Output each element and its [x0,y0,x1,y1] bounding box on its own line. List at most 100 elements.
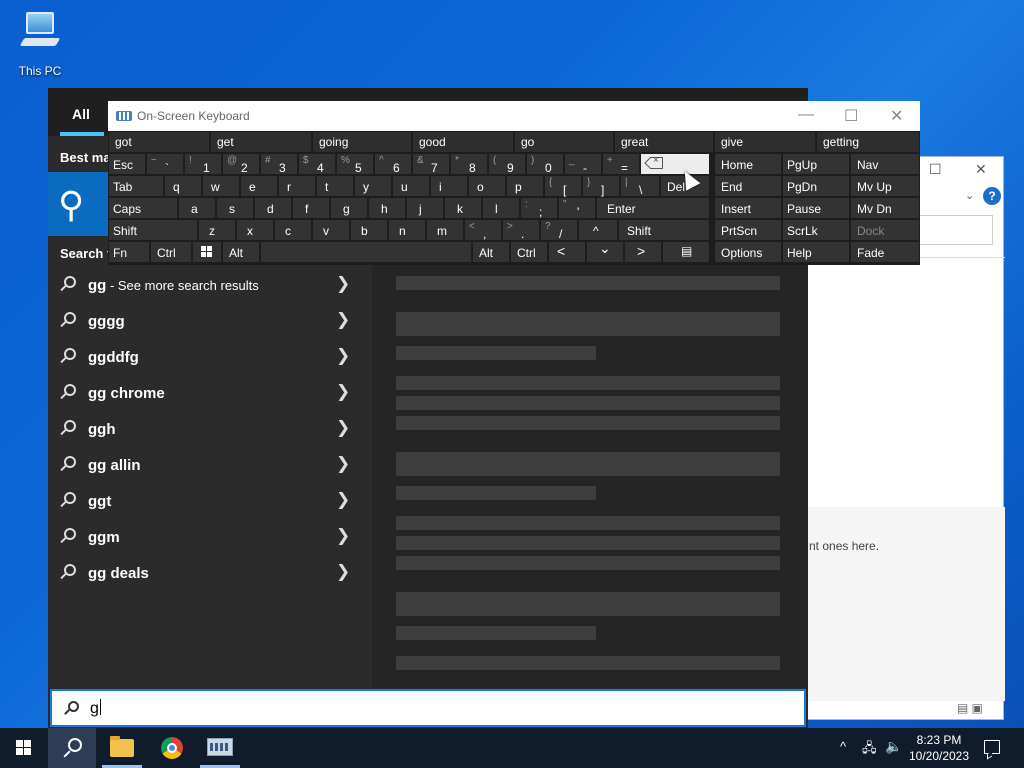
prediction-key[interactable]: got [108,131,210,153]
key-k[interactable]: k [444,197,482,219]
key-left-bracket[interactable]: {[ [544,175,582,197]
key-down-arrow[interactable]: ⌄ [586,240,624,263]
key-d[interactable]: d [254,197,292,219]
taskbar-on-screen-keyboard[interactable] [196,728,244,768]
volume-muted-icon[interactable]: 🔈 [885,738,902,768]
prediction-key[interactable]: give [714,131,816,153]
key-fade[interactable]: Fade [850,241,920,263]
network-icon[interactable]: 🖧 [862,739,877,768]
desktop-icon-this-pc[interactable]: This PC [14,10,66,78]
key-t[interactable]: t [316,175,354,197]
start-button[interactable] [0,728,48,768]
key-up-arrow[interactable]: ^ [578,219,618,241]
suggestion-item[interactable]: gg deals ❯ [48,556,368,592]
key-b[interactable]: b [350,219,388,241]
prediction-key[interactable]: go [514,131,614,153]
suggestion-item[interactable]: ggt ❯ [48,484,368,520]
taskbar-search-button[interactable] [48,728,96,768]
notification-center-icon[interactable] [984,740,1000,754]
taskbar-file-explorer[interactable] [98,728,146,768]
suggestion-item[interactable]: ggm ❯ [48,520,368,556]
key-2[interactable]: @2 [222,153,260,175]
maximize-button[interactable]: ☐ [929,161,942,178]
key-s[interactable]: s [216,197,254,219]
key-backtick[interactable]: ~ ` [146,153,184,175]
key-backslash[interactable]: | \ [620,175,660,197]
key-period[interactable]: >. [502,219,540,241]
key-0[interactable]: ) 0 [526,153,564,175]
key-o[interactable]: o [468,175,506,197]
key-5[interactable]: % 5 [336,153,374,175]
key-help[interactable]: Help [782,241,850,263]
tray-overflow-chevron-icon[interactable]: ^ [840,739,846,768]
chevron-right-icon[interactable]: ❯ [336,274,350,294]
suggestion-item[interactable]: gg chrome ❯ [48,376,368,412]
key-9[interactable]: (9 [488,153,526,175]
key-h[interactable]: h [368,197,406,219]
tab-all[interactable]: All [72,106,90,122]
key-quote[interactable]: " ' [558,197,596,219]
key-e[interactable]: e [240,175,278,197]
help-icon[interactable]: ? [983,187,1001,205]
close-button[interactable]: ✕ [975,161,987,178]
key-left-arrow[interactable]: < [548,241,586,263]
key-pgdn[interactable]: PgDn [782,175,850,197]
key-q[interactable]: q [164,175,202,197]
key-semicolon[interactable]: :; [520,197,558,219]
chevron-right-icon[interactable]: ❯ [336,454,350,474]
key-l[interactable]: l [482,197,520,219]
key-alt-left[interactable]: Alt [222,241,260,263]
key-equals[interactable]: + = [602,153,640,175]
key-dock[interactable]: Dock [850,219,920,241]
key-caps[interactable]: Caps [108,197,178,219]
chevron-right-icon[interactable]: ❯ [336,562,350,582]
key-slash[interactable]: ? / [540,219,578,241]
chevron-right-icon[interactable]: ❯ [336,418,350,438]
key-z[interactable]: z [198,219,236,241]
close-button[interactable]: ✕ [890,106,903,126]
key-pgup[interactable]: PgUp [782,153,850,175]
key-3[interactable]: #3 [260,153,298,175]
key-windows[interactable] [192,241,222,263]
chevron-right-icon[interactable]: ❯ [336,346,350,366]
key-r[interactable]: r [278,175,316,197]
suggestion-item[interactable]: gggg ❯ [48,304,368,340]
taskbar-clock[interactable]: 8:23 PM 10/20/2023 [906,732,972,764]
key-7[interactable]: & 7 [412,153,450,175]
key-right-arrow[interactable]: > [624,241,662,263]
key-x[interactable]: x [236,219,274,241]
key-comma[interactable]: <, [464,219,502,241]
key-ctrl-right[interactable]: Ctrl [510,241,548,263]
key-j[interactable]: j [406,197,444,219]
key-1[interactable]: ! 1 [184,153,222,175]
key-prtscn[interactable]: PrtScn [714,219,782,241]
key-enter[interactable]: Enter [596,197,710,219]
chevron-right-icon[interactable]: ❯ [336,310,350,330]
key-backspace[interactable]: × [640,153,710,175]
suggestion-item[interactable]: ggddfg ❯ [48,340,368,376]
key-f[interactable]: f [292,197,330,219]
key-p[interactable]: p [506,175,544,197]
view-mode-icons[interactable]: ▤ ▣ [957,701,983,715]
key-pause[interactable]: Pause [782,197,850,219]
key-tab[interactable]: Tab [108,175,164,197]
key-y[interactable]: y [354,175,392,197]
key-options[interactable]: Options [714,241,782,263]
key-insert[interactable]: Insert [714,197,782,219]
key-fn[interactable]: Fn [108,241,150,263]
key-6[interactable]: ^ 6 [374,153,412,175]
key-g[interactable]: g [330,197,368,219]
prediction-key[interactable]: get [210,131,312,153]
key-4[interactable]: $4 [298,153,336,175]
key-move-up[interactable]: Mv Up [850,175,920,197]
key-space[interactable] [260,241,472,263]
key-c[interactable]: c [274,219,312,241]
suggestion-item[interactable]: ggh ❯ [48,412,368,448]
key-shift-left[interactable]: Shift [108,219,198,241]
osk-titlebar[interactable]: On-Screen Keyboard — ☐ ✕ [108,101,920,131]
key-alt-right[interactable]: Alt [472,241,510,263]
key-w[interactable]: w [202,175,240,197]
key-esc[interactable]: Esc [108,153,146,175]
chevron-right-icon[interactable]: ❯ [336,382,350,402]
prediction-key[interactable]: getting [816,131,920,153]
